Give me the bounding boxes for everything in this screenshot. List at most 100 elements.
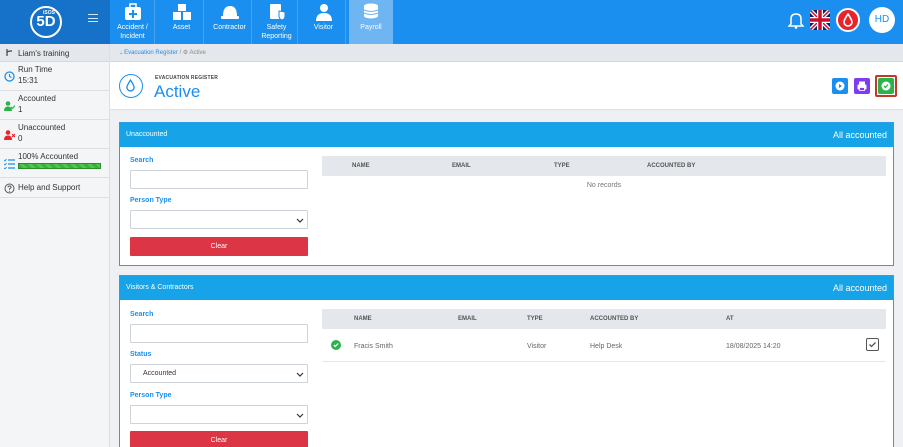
col-at[interactable]: AT xyxy=(726,316,734,322)
checkmark-icon xyxy=(869,342,876,348)
clipboard-shield-icon xyxy=(269,4,285,21)
tab-visitor[interactable]: Visitor xyxy=(302,0,346,44)
sidebar-item-help[interactable]: Help and Support xyxy=(0,178,109,198)
clock-icon xyxy=(4,71,15,82)
tab-payroll[interactable]: Payroll xyxy=(349,0,393,44)
person-type-select[interactable] xyxy=(130,210,308,229)
tab-label: Incident xyxy=(120,33,145,40)
person-type-label: Person Type xyxy=(130,392,172,399)
panel-title: Unaccounted xyxy=(126,131,168,138)
search-input[interactable] xyxy=(130,324,308,343)
panel-status: All accounted xyxy=(832,130,887,140)
accounted-value: 1 xyxy=(18,105,23,114)
cell-accounted-by: Help Desk xyxy=(590,343,623,350)
chevron-down-icon xyxy=(296,372,304,377)
col-accounted-by[interactable]: ACCOUNTED BY xyxy=(590,316,638,322)
accounted-progress-bar xyxy=(18,163,101,169)
tab-asset[interactable]: Asset xyxy=(160,0,204,44)
visitors-panel-header: Visitors & Contractors All accounted xyxy=(120,276,893,300)
unaccounted-panel-header: Unaccounted All accounted xyxy=(120,123,893,147)
breadcrumb-root-link[interactable]: Evacuation Register xyxy=(124,50,178,56)
play-button[interactable] xyxy=(832,78,848,94)
breadcrumb-current: Active xyxy=(189,50,206,56)
tab-accident-incident[interactable]: Accident / Incident xyxy=(111,0,155,44)
row-checkbox[interactable] xyxy=(866,338,879,351)
unaccounted-table: NAME EMAIL TYPE ACCOUNTED BY No records xyxy=(322,156,886,189)
unaccounted-value: 0 xyxy=(18,134,23,143)
drop-icon xyxy=(119,74,143,98)
top-navbar: iSOS 5D Accident / Incident Asset Contra… xyxy=(0,0,903,44)
tab-label: Asset xyxy=(172,24,191,31)
col-email[interactable]: EMAIL xyxy=(458,316,477,322)
logo-area: iSOS 5D xyxy=(0,0,110,44)
main-content: 💧︎ Evacuation Register / ⚙ Active EVACUA… xyxy=(110,44,903,447)
play-circle-icon xyxy=(835,81,845,91)
panel-status: All accounted xyxy=(832,283,887,293)
bell-icon[interactable] xyxy=(788,11,804,29)
accounted-check-icon xyxy=(331,340,341,350)
clear-button[interactable]: Clear xyxy=(130,431,308,447)
page-subtitle: EVACUATION REGISTER xyxy=(155,75,219,81)
accounted-label: Accounted xyxy=(18,94,56,103)
chevron-down-icon xyxy=(296,218,304,223)
breadcrumb: 💧︎ Evacuation Register / ⚙ Active xyxy=(110,44,903,62)
breadcrumb-drop-icon: 💧︎ xyxy=(120,50,123,56)
cell-at: 18/08/2025 14:20 xyxy=(726,343,781,350)
list-check-icon xyxy=(4,158,15,169)
uk-flag-icon[interactable] xyxy=(810,10,830,30)
run-time-value: 15:31 xyxy=(18,76,39,85)
person-icon xyxy=(315,4,332,21)
person-type-select[interactable] xyxy=(130,405,308,424)
menu-toggle-icon[interactable] xyxy=(88,14,98,24)
tab-safety-reporting[interactable]: Safety Reporting xyxy=(256,0,298,44)
sidebar: Liam's training Run Time 15:31 Accounted… xyxy=(0,44,110,447)
page-title: Active xyxy=(154,82,201,101)
status-label: Status xyxy=(130,351,152,358)
col-type[interactable]: TYPE xyxy=(554,163,570,169)
sidebar-item-run-time: Run Time 15:31 xyxy=(0,62,109,91)
drop-icon xyxy=(843,13,853,27)
sidebar-item-accounted[interactable]: Accounted 1 xyxy=(0,91,109,120)
status-select[interactable]: Accounted xyxy=(130,364,308,383)
emergency-drop-button[interactable] xyxy=(836,8,860,32)
col-name[interactable]: NAME xyxy=(354,316,372,322)
sidebar-item-unaccounted[interactable]: Unaccounted 0 xyxy=(0,120,109,149)
sidebar-header[interactable]: Liam's training xyxy=(0,44,109,62)
cell-type: Visitor xyxy=(527,343,547,350)
panel-title: Visitors & Contractors xyxy=(126,284,194,291)
sidebar-item-percent-accounted: 100% Accounted xyxy=(0,149,109,178)
col-type[interactable]: TYPE xyxy=(527,316,543,322)
run-time-label: Run Time xyxy=(18,65,53,74)
table-row[interactable]: Fracis Smith Visitor Help Desk 18/08/202… xyxy=(322,330,886,362)
user-check-icon xyxy=(4,101,15,111)
unaccounted-label: Unaccounted xyxy=(18,123,66,132)
print-icon xyxy=(857,81,867,91)
cell-name: Fracis Smith xyxy=(354,343,393,350)
check-circle-icon xyxy=(881,81,891,91)
clear-button[interactable]: Clear xyxy=(130,237,308,256)
user-avatar[interactable]: HD xyxy=(869,7,895,33)
branch-icon xyxy=(6,49,12,56)
col-name[interactable]: NAME xyxy=(352,163,370,169)
visitors-contractors-panel: Visitors & Contractors All accounted Sea… xyxy=(119,275,894,447)
tab-label: Safety xyxy=(266,24,287,31)
hardhat-icon xyxy=(220,6,239,19)
app-logo[interactable]: iSOS 5D xyxy=(30,6,62,38)
col-accounted-by[interactable]: ACCOUNTED BY xyxy=(647,163,695,169)
complete-button[interactable] xyxy=(878,78,894,94)
question-circle-icon xyxy=(4,183,15,194)
help-label: Help and Support xyxy=(18,183,81,192)
search-label: Search xyxy=(130,157,154,164)
tab-label: Payroll xyxy=(360,24,382,31)
first-aid-icon xyxy=(124,3,141,20)
breadcrumb-gear-icon: ⚙ xyxy=(182,50,189,56)
search-input[interactable] xyxy=(130,170,308,189)
tab-label: Contractor xyxy=(213,24,246,31)
tab-contractor[interactable]: Contractor xyxy=(208,0,252,44)
col-email[interactable]: EMAIL xyxy=(452,163,471,169)
tab-label: Accident / xyxy=(117,24,148,31)
print-button[interactable] xyxy=(854,78,870,94)
table-header: NAME EMAIL TYPE ACCOUNTED BY AT xyxy=(322,309,886,329)
complete-button-frame xyxy=(875,75,897,97)
tab-label: Reporting xyxy=(261,33,292,40)
